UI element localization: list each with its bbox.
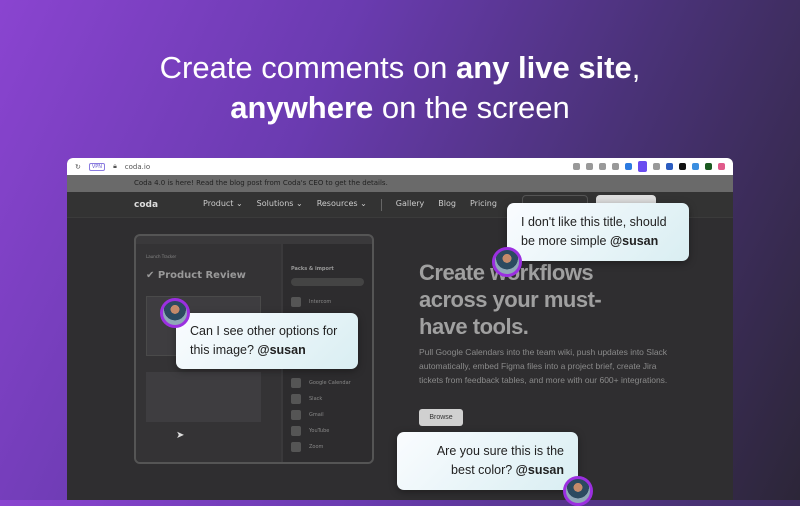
headline-text: on the screen xyxy=(373,90,570,125)
headline-bold: anywhere xyxy=(230,90,374,125)
doc-title-text: Product Review xyxy=(157,270,246,281)
breadcrumb: Launch Tracker xyxy=(146,254,177,259)
extension-icon[interactable] xyxy=(625,163,632,170)
cursor-icon: ➤ xyxy=(176,430,185,441)
pack-label: Intercom xyxy=(309,299,332,305)
pack-icon xyxy=(291,410,301,420)
commenter-avatar xyxy=(492,247,522,277)
panel-search[interactable] xyxy=(291,278,364,286)
vpn-badge[interactable]: VPN xyxy=(88,162,106,171)
extension-icon[interactable] xyxy=(638,161,647,172)
comment-mention: @susan xyxy=(515,463,564,477)
pack-label: Zoom xyxy=(309,444,324,450)
extension-icon[interactable] xyxy=(586,163,593,170)
hero-line: across your must- xyxy=(419,287,602,312)
commenter-avatar xyxy=(160,298,190,328)
coda-logo[interactable]: coda xyxy=(134,200,158,210)
hero-description: Pull Google Calendars into the team wiki… xyxy=(419,347,668,385)
nav-pricing[interactable]: Pricing xyxy=(470,199,497,211)
extension-icon[interactable] xyxy=(653,163,660,170)
pack-item[interactable]: Intercom xyxy=(291,294,364,310)
extension-icon[interactable] xyxy=(599,163,606,170)
headline-bold: any live site xyxy=(455,50,632,85)
nav-divider xyxy=(380,198,382,211)
extension-icon[interactable] xyxy=(666,163,673,170)
extension-icon[interactable] xyxy=(718,163,725,170)
browser-toolbar: ↻ VPN 🔒︎ coda.io xyxy=(67,158,733,175)
announcement-banner[interactable]: Coda 4.0 is here! Read the blog post fro… xyxy=(67,175,733,192)
extension-icon[interactable] xyxy=(692,163,699,170)
extension-icon[interactable] xyxy=(612,163,619,170)
pack-icon xyxy=(291,426,301,436)
pack-icon xyxy=(291,297,301,307)
extension-icon[interactable] xyxy=(705,163,712,170)
pack-item[interactable]: YouTube xyxy=(291,423,364,439)
commenter-avatar xyxy=(563,476,593,506)
comment-bubble[interactable]: Are you sure this is the best color? @su… xyxy=(397,432,578,490)
comment-mention: @susan xyxy=(609,234,659,248)
pack-icon xyxy=(291,378,301,388)
nav-gallery[interactable]: Gallery xyxy=(396,199,425,211)
comment-bubble[interactable]: Can I see other options for this image? … xyxy=(176,313,358,369)
nav-blog[interactable]: Blog xyxy=(438,199,456,211)
pack-item[interactable]: Google Calendar xyxy=(291,375,364,391)
comment-bubble[interactable]: I don't like this title, should be more … xyxy=(507,203,689,261)
url-bar[interactable]: coda.io xyxy=(125,163,150,171)
pack-label: Google Calendar xyxy=(309,380,351,386)
nav-solutions[interactable]: Solutions ⌄ xyxy=(257,199,303,211)
nav-product[interactable]: Product ⌄ xyxy=(203,199,243,211)
pack-label: Slack xyxy=(309,396,323,402)
reload-icon[interactable]: ↻ xyxy=(75,163,81,171)
extension-icon[interactable] xyxy=(573,163,580,170)
jira-table xyxy=(146,372,261,422)
headline-text: , xyxy=(631,50,641,85)
lock-icon: 🔒︎ xyxy=(113,162,117,170)
pack-item[interactable]: Slack xyxy=(291,391,364,407)
pack-icon xyxy=(291,442,301,452)
pack-label: YouTube xyxy=(309,428,330,434)
nav-resources[interactable]: Resources ⌄ xyxy=(317,199,367,211)
pack-item[interactable]: Zoom xyxy=(291,439,364,455)
headline: Create comments on any live site, anywhe… xyxy=(0,48,800,128)
pack-item[interactable]: Gmail xyxy=(291,407,364,423)
extension-icon[interactable] xyxy=(679,163,686,170)
pack-icon xyxy=(291,394,301,404)
panel-title: Packs & import xyxy=(291,266,334,272)
comment-mention: @susan xyxy=(257,343,306,357)
headline-text: Create comments on xyxy=(159,50,456,85)
extensions-bar xyxy=(573,161,725,172)
browse-button[interactable]: Browse xyxy=(419,409,463,426)
hero-line: have tools. xyxy=(419,314,529,339)
pack-label: Gmail xyxy=(309,412,324,418)
doc-title: ✔ Product Review xyxy=(146,270,246,281)
